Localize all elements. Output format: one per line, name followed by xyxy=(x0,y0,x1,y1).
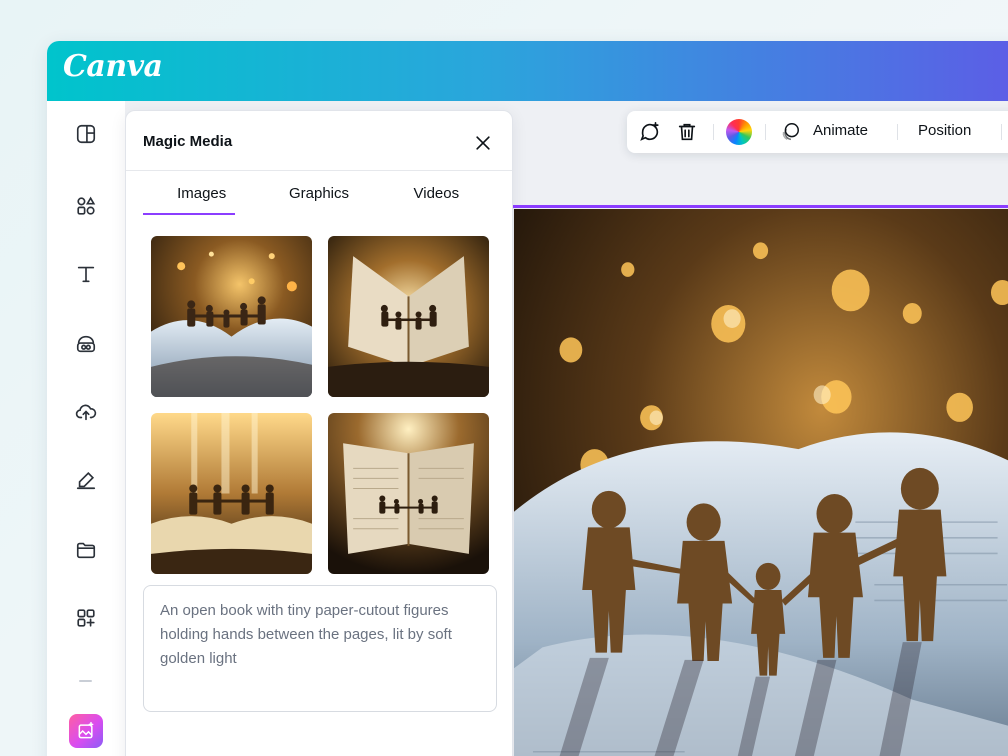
tab-graphics[interactable]: Graphics xyxy=(260,171,377,215)
tab-videos[interactable]: Videos xyxy=(378,171,495,215)
top-bar: Canva xyxy=(47,41,1008,101)
toolbar-divider xyxy=(765,124,766,140)
media-type-tabs: Images Graphics Videos xyxy=(143,171,495,215)
selection-outline xyxy=(513,205,1008,208)
layout-icon[interactable] xyxy=(69,117,103,151)
animate-icon[interactable] xyxy=(777,119,803,145)
result-image-4[interactable] xyxy=(328,413,489,574)
result-image-1[interactable] xyxy=(151,236,312,397)
position-button[interactable]: Position xyxy=(918,122,971,139)
apps-icon[interactable] xyxy=(69,601,103,635)
result-image-2[interactable] xyxy=(328,236,489,397)
draw-icon[interactable] xyxy=(69,463,103,497)
canvas-image[interactable] xyxy=(514,209,1008,756)
workspace: Magic Media Images Graphics Videos An op… xyxy=(47,101,1008,756)
tab-images[interactable]: Images xyxy=(143,171,260,215)
toolbar-divider xyxy=(713,124,714,140)
close-icon[interactable] xyxy=(470,130,496,156)
magic-media-icon[interactable] xyxy=(69,714,103,748)
rail-divider xyxy=(79,680,92,682)
trash-icon[interactable] xyxy=(674,119,700,145)
color-picker-icon[interactable] xyxy=(726,119,752,145)
canva-logo[interactable]: Canva xyxy=(63,49,163,84)
brand-icon[interactable] xyxy=(69,327,103,361)
toolbar-divider xyxy=(1001,124,1002,140)
prompt-input[interactable]: An open book with tiny paper-cutout figu… xyxy=(143,585,497,712)
elements-icon[interactable] xyxy=(69,189,103,223)
projects-icon[interactable] xyxy=(69,533,103,567)
animate-button[interactable]: Animate xyxy=(813,122,868,139)
side-rail xyxy=(47,101,125,756)
context-toolbar: Animate Position xyxy=(627,111,1008,153)
result-image-3[interactable] xyxy=(151,413,312,574)
upload-icon[interactable] xyxy=(69,395,103,429)
magic-media-panel: Magic Media Images Graphics Videos An op… xyxy=(125,110,513,756)
panel-title: Magic Media xyxy=(143,133,233,150)
app-window: Canva Magic Media Images Graphics Videos… xyxy=(47,41,1008,756)
text-icon[interactable] xyxy=(69,257,103,291)
comment-icon[interactable] xyxy=(637,119,663,145)
toolbar-divider xyxy=(897,124,898,140)
